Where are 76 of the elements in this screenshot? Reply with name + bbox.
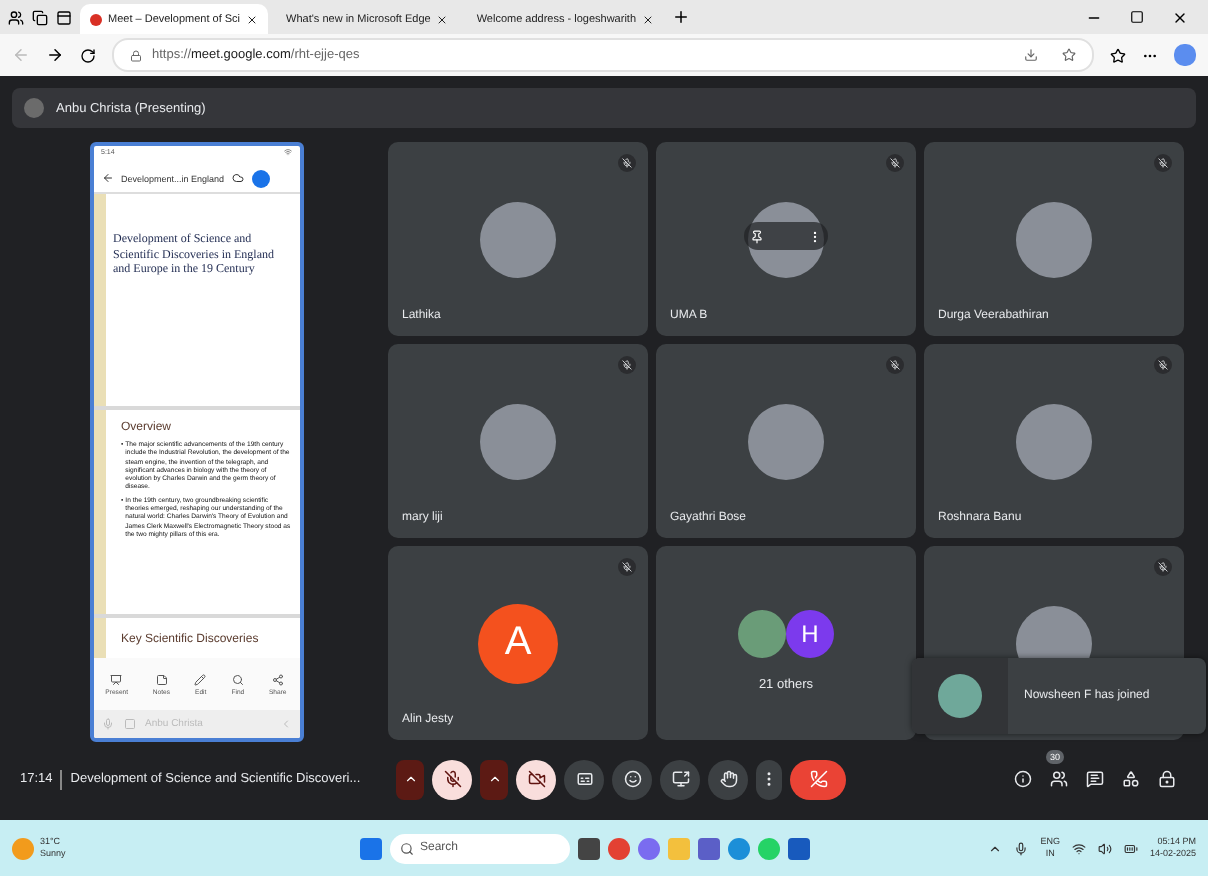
signal-icon [283, 148, 291, 156]
share-icon [271, 673, 284, 685]
pin-icon [750, 229, 764, 243]
microphone-button[interactable] [432, 759, 473, 799]
phone-icon [809, 770, 828, 788]
presentation-icon [110, 673, 123, 685]
leave-call-button[interactable] [790, 759, 847, 799]
host-controls-button[interactable] [1158, 770, 1176, 788]
lock-icon [1158, 770, 1176, 788]
activities-button[interactable] [1122, 770, 1140, 788]
download-icon [1024, 48, 1038, 62]
info-button[interactable] [1014, 770, 1032, 788]
info-icon [1014, 770, 1032, 788]
wifi-icon [1071, 841, 1086, 855]
back-icon [12, 46, 30, 64]
mic-off-icon [443, 770, 462, 788]
camera-button[interactable] [516, 759, 557, 799]
avatar-photo-placeholder [480, 201, 556, 277]
refresh-icon [80, 47, 96, 63]
camera-off-icon [527, 770, 546, 788]
cloud-icon [232, 172, 245, 184]
star-icon [1062, 48, 1076, 62]
new-tab-icon [672, 8, 691, 26]
search-icon [231, 673, 244, 685]
volume-icon [1097, 841, 1112, 855]
chevron-up-icon [487, 772, 502, 786]
hand-icon [719, 770, 738, 788]
start-icon[interactable] [360, 837, 382, 859]
captions-icon [575, 770, 594, 788]
avatar-photo-placeholder [738, 610, 786, 658]
back-icon [101, 172, 113, 184]
battery-icon [1123, 841, 1138, 855]
more-options-button[interactable] [756, 759, 783, 799]
avatar-photo-placeholder [480, 403, 556, 479]
forward-icon [46, 46, 64, 64]
app-icon[interactable] [578, 837, 600, 859]
vertical-tabs-icon [56, 9, 72, 25]
captions-button[interactable] [564, 759, 605, 799]
favorites-icon [1110, 47, 1126, 63]
close-icon [436, 13, 449, 25]
avatar-photo-placeholder [1016, 403, 1092, 479]
smiley-icon [623, 770, 642, 788]
present-button[interactable] [660, 759, 701, 799]
avatar-photo-placeholder [1016, 201, 1092, 277]
screen-icon [123, 718, 135, 730]
pencil-icon [194, 673, 207, 685]
letter-avatar: H [786, 610, 834, 658]
avatar-photo-placeholder [24, 98, 44, 118]
letter-avatar: A [478, 603, 558, 683]
search-icon [400, 841, 414, 855]
chevron-icon [988, 841, 1003, 855]
chevron-up-icon [403, 772, 418, 786]
chat-icon [1086, 770, 1104, 788]
avatar-photo-placeholder [938, 674, 982, 718]
mic-icon [1014, 841, 1029, 855]
raise-hand-button[interactable] [708, 759, 749, 799]
maximize-icon [1130, 9, 1144, 23]
profile-icon [8, 9, 24, 25]
avatar-photo-placeholder [748, 403, 824, 479]
close-icon [1172, 9, 1188, 25]
close-icon [642, 13, 655, 25]
mic-icon [101, 718, 113, 730]
note-icon [155, 673, 168, 685]
chevron-icon [279, 718, 291, 730]
people-icon [1050, 770, 1068, 788]
tab-actions-icon [32, 9, 48, 25]
screen-share-icon [671, 770, 690, 788]
lock-icon [130, 49, 142, 61]
chat-button[interactable] [1086, 770, 1104, 788]
app-icon[interactable] [788, 837, 810, 859]
emoji-button[interactable] [612, 759, 653, 799]
close-icon [246, 13, 259, 25]
shapes-icon [1122, 770, 1140, 788]
app-icon[interactable] [608, 837, 630, 859]
more-icon [808, 229, 822, 243]
app-icon[interactable] [698, 837, 720, 859]
